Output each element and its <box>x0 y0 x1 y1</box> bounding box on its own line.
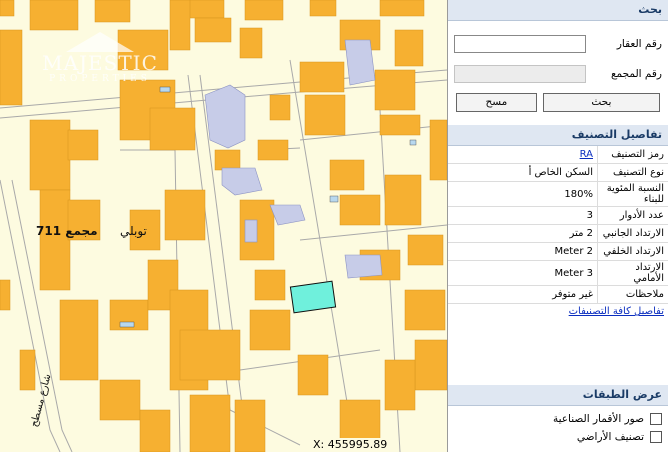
search-button[interactable]: بحث <box>542 93 660 112</box>
details-value: 3 <box>448 206 598 225</box>
block-row: رقم المجمع <box>448 63 668 85</box>
search-header: بحث <box>448 0 668 21</box>
layer-checkbox[interactable] <box>650 413 662 425</box>
details-value: غير متوفر <box>448 285 598 304</box>
layer-checkbox[interactable] <box>650 431 662 443</box>
details-key: ملاحظات <box>597 285 668 304</box>
all-classifications-row: تفاصيل كافة التصنيفات <box>448 304 668 319</box>
block-label: مجمع 711 <box>36 224 98 238</box>
details-row: النسبة المئوية للبناء 180% <box>448 181 668 207</box>
details-row: رمز التصنيف RA <box>448 146 668 164</box>
details-row: الارتداد الخلفي Meter 2 <box>448 242 668 261</box>
coordinate-readout: X: 455995.89 <box>310 438 391 451</box>
all-classifications-link[interactable]: تفاصيل كافة التصنيفات <box>569 306 664 317</box>
details-row: عدد الأدوار 3 <box>448 206 668 225</box>
block-no-input[interactable] <box>454 65 586 83</box>
details-key: الارتداد الأمامي <box>597 260 668 286</box>
layer-item[interactable]: تصنيف الأراضي <box>448 428 668 446</box>
details-key: الارتداد الجانبي <box>597 224 668 243</box>
side-panel: بحث رقم العقار رقم المجمع بحث مسح تفاصيل… <box>447 0 668 452</box>
details-row: الارتداد الأمامي Meter 3 <box>448 260 668 286</box>
layer-label: تصنيف الأراضي <box>576 431 644 443</box>
details-key: عدد الأدوار <box>597 206 668 225</box>
details-key: الارتداد الخلفي <box>597 242 668 261</box>
layers-header: عرض الطبقات <box>448 385 668 406</box>
search-buttons: بحث مسح <box>448 93 668 112</box>
clear-button[interactable]: مسح <box>456 93 537 112</box>
details-key: رمز التصنيف <box>597 146 668 164</box>
details-value: 180% <box>448 181 598 207</box>
details-table: رمز التصنيف RA نوع التصنيف السكن الخاص أ الن… <box>448 146 668 304</box>
details-row: الارتداد الجانبي 2 متر <box>448 224 668 243</box>
logo-watermark: MAJESTIC PROPERTIES <box>36 30 164 104</box>
area-label: توبلي <box>120 224 147 238</box>
details-value: السكن الخاص أ <box>448 163 598 182</box>
layer-item[interactable]: صور الأقمار الصناعية <box>448 410 668 428</box>
map-view[interactable]: MAJESTIC PROPERTIES مجمع 711 توبلي شارع … <box>0 0 447 452</box>
property-row: رقم العقار <box>448 33 668 55</box>
details-value: 2 متر <box>448 224 598 243</box>
layer-list: صور الأقمار الصناعية تصنيف الأراضي <box>448 410 668 446</box>
details-value: Meter 2 <box>448 242 598 261</box>
details-value: RA <box>448 146 598 164</box>
roof-icon <box>66 32 134 52</box>
logo-name: MAJESTIC <box>42 51 158 75</box>
details-header: تفاصيل التصنيف <box>448 125 668 146</box>
details-value: Meter 3 <box>448 260 598 286</box>
details-row: ملاحظات غير متوفر <box>448 285 668 304</box>
block-no-label: رقم المجمع <box>610 68 662 80</box>
classification-code-link[interactable]: RA <box>580 149 593 160</box>
details-key: نوع التصنيف <box>597 163 668 182</box>
property-no-input[interactable] <box>454 35 586 53</box>
logo-sub: PROPERTIES <box>49 74 151 84</box>
property-no-label: رقم العقار <box>616 38 662 50</box>
details-row: نوع التصنيف السكن الخاص أ <box>448 163 668 182</box>
layer-label: صور الأقمار الصناعية <box>552 413 644 425</box>
details-key: النسبة المئوية للبناء <box>597 181 668 207</box>
